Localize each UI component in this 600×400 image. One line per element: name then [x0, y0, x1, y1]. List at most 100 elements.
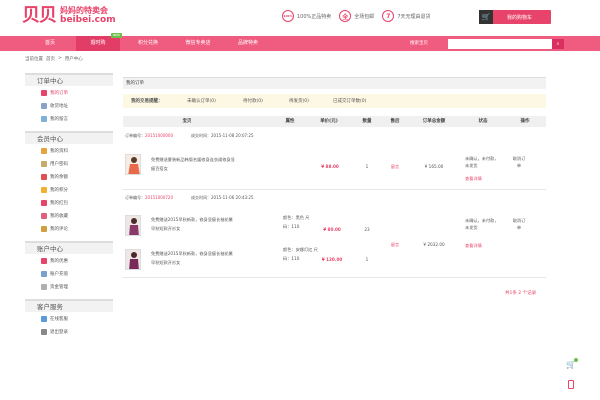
product-title[interactable]: 免费赠送夏装新品韩版名媛修身连衣裙修身显瘦百搭女: [151, 155, 235, 173]
order-status: 未确认，未付款，未发货: [465, 218, 499, 230]
nav-item-brand[interactable]: 品牌特卖: [226, 36, 270, 51]
reminder-completed[interactable]: 已成交订单数(0): [333, 98, 366, 104]
search-input[interactable]: [448, 39, 552, 49]
col-service: 售后: [390, 119, 400, 124]
order-time-label: 成交时间：: [191, 133, 211, 138]
floating-cart-icon[interactable]: 🛒: [566, 358, 578, 370]
service-link[interactable]: 留言: [381, 242, 409, 248]
address-icon: [41, 102, 47, 109]
phone-icon[interactable]: [568, 380, 574, 389]
points-icon: [41, 186, 47, 193]
view-details-link[interactable]: 查看详情: [465, 243, 499, 249]
sidebar-group-member: 会员中心 我的资料 用户密码 我的余额 我的积分 我的红包 我的收藏 我的评论: [25, 131, 113, 235]
promise-label: 100%正品特卖: [297, 13, 332, 20]
reminder-unconfirmed[interactable]: 未确认订单(0): [187, 98, 216, 104]
order-icon: [41, 89, 47, 96]
nav-item-points[interactable]: 积分兑换: [126, 36, 170, 51]
profile-icon: [41, 147, 47, 154]
order-time: 2015-11-08 20:07:25: [211, 133, 254, 138]
orders-panel: 我的订单 我的交易提醒： 未确认订单(0) 待付款(0) 待发货(0) 已成交订…: [123, 77, 546, 296]
sidebar-item-label: 我的评论: [50, 226, 68, 232]
sidebar-item-balance[interactable]: 我的余额: [25, 170, 113, 183]
cancel-order-button[interactable]: 取消订单: [511, 217, 527, 231]
col-status: 状态: [478, 119, 488, 124]
sidebar-item-label: 我的积分: [50, 187, 68, 193]
nav-item-home[interactable]: 首页: [30, 36, 70, 51]
col-qty: 数量: [362, 119, 372, 124]
reminder-unshipped[interactable]: 待发货(0): [289, 98, 309, 104]
product-title[interactable]: 免费赠送2015早秋新款，修身显瘦长袖花裹早秋短款开衫女: [151, 249, 235, 267]
sidebar-item-label: 收货地址: [50, 103, 68, 109]
card-icon: [41, 270, 47, 277]
message-icon: [41, 115, 47, 122]
sidebar-group-title: 账户中心: [25, 241, 113, 254]
cancel-order-button[interactable]: 取消订单: [511, 155, 527, 169]
sidebar-group-orders: 订单中心 我的订单 收货地址 我的留言: [25, 73, 113, 125]
product-image[interactable]: [125, 215, 141, 236]
sidebar-item-password[interactable]: 用户密码: [25, 157, 113, 170]
logo-en: beibei.com: [60, 15, 116, 25]
promise-authentic: 100% 100%正品特卖: [282, 10, 331, 22]
trade-reminder: 我的交易提醒： 未确认订单(0) 待付款(0) 待发货(0) 已成交订单数(0): [123, 94, 546, 108]
chat-icon: [41, 315, 47, 322]
col-attr: 属性: [285, 119, 295, 124]
view-details-link[interactable]: 查看详情: [465, 176, 499, 182]
pagination[interactable]: 共1条 2 个记录: [505, 290, 536, 296]
heart-icon: [41, 212, 47, 219]
row-divider: [123, 277, 546, 278]
col-total: 订单总金额: [422, 119, 446, 124]
reminder-label: 我的交易提醒：: [131, 99, 163, 104]
shipping-icon: 全: [339, 10, 352, 22]
cart-button[interactable]: 🛒 我的购物车: [479, 10, 551, 24]
sidebar-item-label: 账户充值: [50, 271, 68, 277]
order-no[interactable]: 20151000720: [145, 195, 173, 201]
breadcrumb-home[interactable]: 首页: [46, 56, 55, 62]
order-no-label: 订单编号：: [125, 133, 145, 138]
search-label: 搜索宝贝: [410, 41, 428, 46]
product-qty: 1: [365, 164, 369, 169]
breadcrumb-current: 用户中心: [64, 57, 83, 62]
nav-item-wechat[interactable]: 微信专卖店: [172, 36, 224, 51]
reminder-unpaid[interactable]: 待付款(0): [243, 98, 263, 104]
product-attr: 颜色：黑色 尺码：110: [283, 215, 310, 229]
sidebar-group-service: 客户服务 在线客服 退出登录: [25, 299, 113, 338]
logo-cn: 妈妈的特卖会: [60, 6, 108, 15]
product-image[interactable]: [125, 249, 141, 270]
promise-shipping: 全 全场包邮: [339, 10, 374, 22]
search-icon[interactable]: ⌕: [552, 39, 564, 49]
sidebar-item-coupons[interactable]: 我的红包: [25, 196, 113, 209]
product-price: ¥ 120.00: [321, 257, 343, 262]
sidebar-item-points[interactable]: 我的积分: [25, 183, 113, 196]
sidebar-item-funds[interactable]: 资金管理: [25, 280, 113, 293]
product-image[interactable]: [125, 154, 141, 175]
sidebar-item-messages[interactable]: 我的留言: [25, 112, 113, 125]
col-action: 操作: [520, 119, 530, 124]
nav-item-wedding[interactable]: 婚时购 NEW: [76, 33, 122, 51]
order-status: 未确认，未付款，未发货: [465, 156, 499, 168]
product-qty: 1: [365, 257, 369, 262]
breadcrumb-separator: >: [58, 56, 62, 61]
gift-icon: [41, 199, 47, 206]
logo[interactable]: 贝贝 妈妈的特卖会 beibei.com: [22, 6, 116, 25]
sidebar-item-favorites[interactable]: 我的收藏: [25, 209, 113, 222]
row-divider: [123, 189, 546, 190]
sidebar-item-logout[interactable]: 退出登录: [25, 325, 113, 338]
product-title[interactable]: 免费赠送2015早秋新款，修身显瘦长袖花裹早秋短款开衫女: [151, 215, 235, 233]
sidebar-group-title: 客户服务: [25, 299, 113, 312]
order-no[interactable]: 20151000000: [145, 133, 173, 139]
sidebar-item-address[interactable]: 收货地址: [25, 99, 113, 112]
sidebar-item-label: 资金管理: [50, 284, 68, 290]
lock-icon: [41, 160, 47, 167]
order-info: 订单编号： 20151000000 成交时间： 2015-11-08 20:07…: [125, 133, 253, 139]
breadcrumb: 当前位置 首页 > 用户中心: [25, 56, 83, 62]
sidebar-item-label: 我的余额: [50, 174, 68, 180]
breadcrumb-label: 当前位置: [25, 57, 43, 62]
sidebar-item-comments[interactable]: 我的评论: [25, 222, 113, 235]
service-link[interactable]: 留言: [381, 164, 409, 170]
sidebar-item-label: 在线客服: [50, 316, 68, 322]
col-product: 宝贝: [182, 119, 192, 124]
sidebar-item-label: 我的收藏: [50, 213, 68, 219]
main-nav: 首页 婚时购 NEW 积分兑换 微信专卖店 品牌特卖 搜索宝贝 ⌕: [0, 33, 600, 51]
sidebar-item-recharge[interactable]: 账户充值: [25, 267, 113, 280]
promise-label: 7天无理由退货: [397, 13, 431, 20]
